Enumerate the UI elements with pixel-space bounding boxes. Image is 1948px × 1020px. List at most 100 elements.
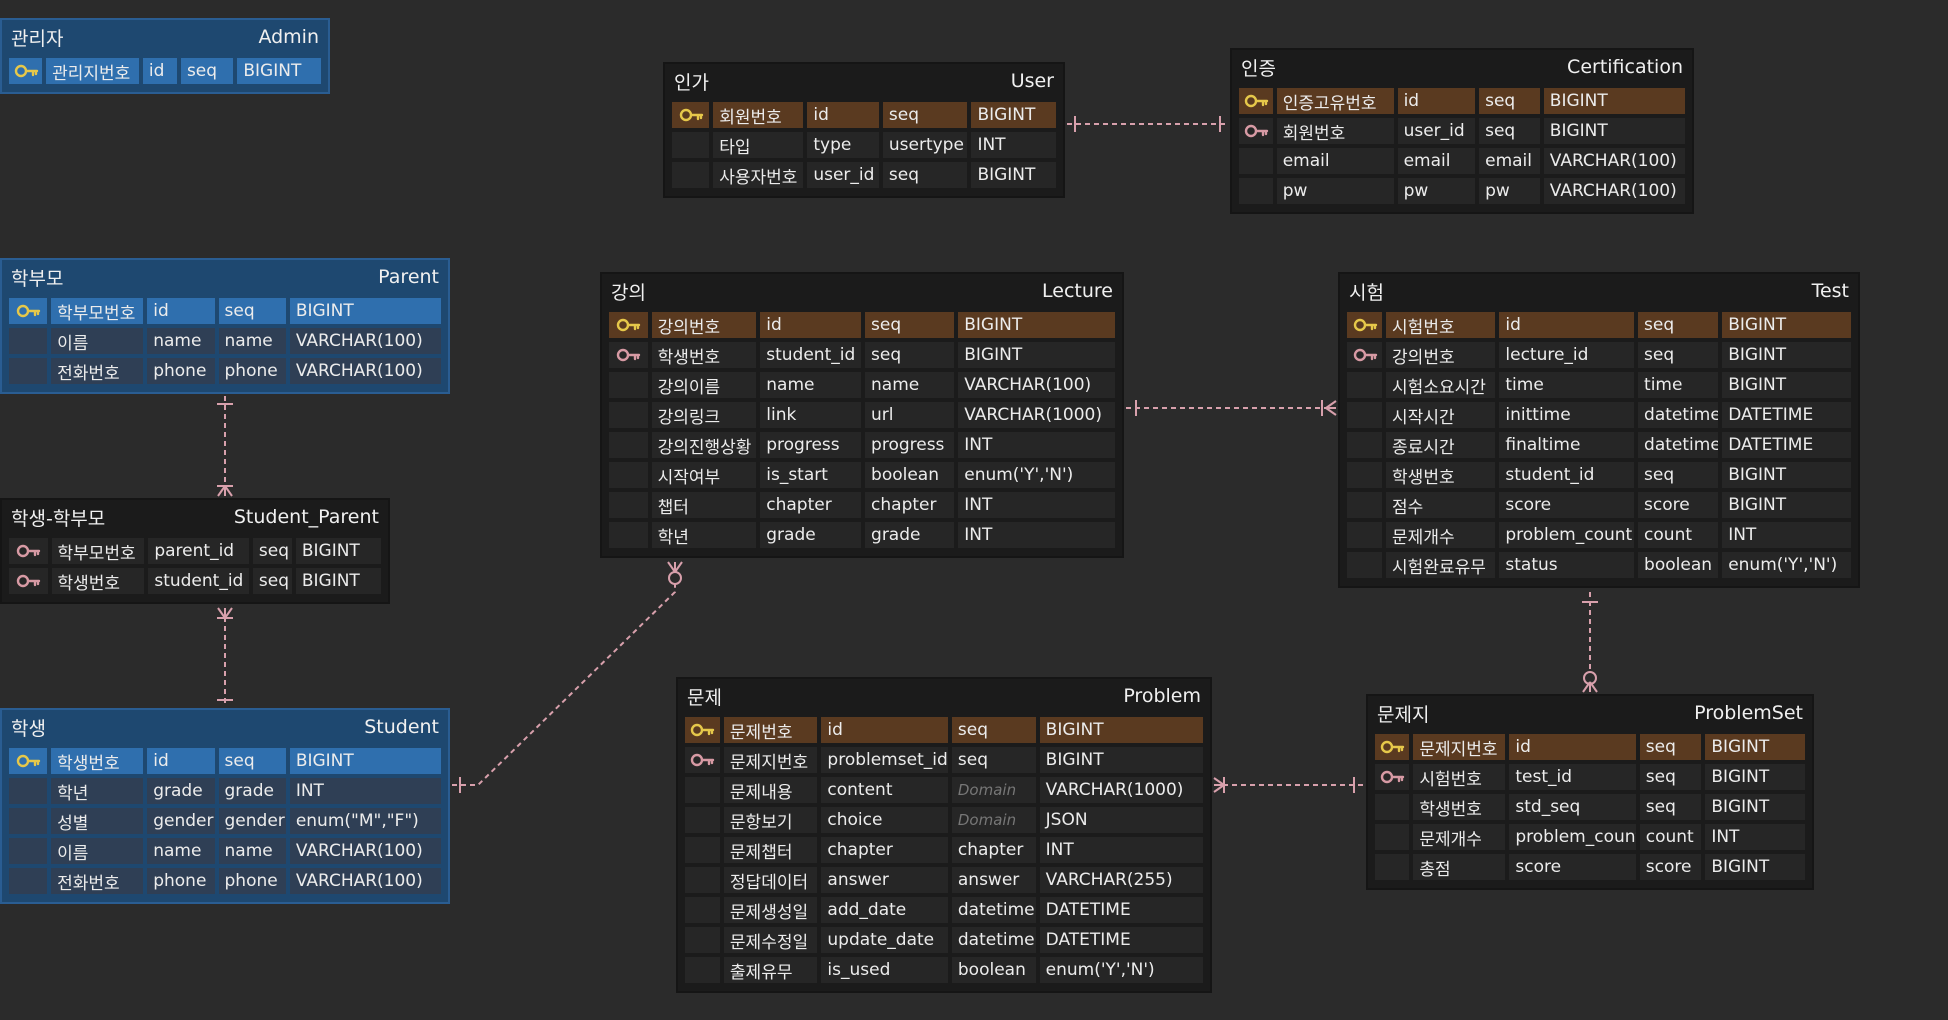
table-row[interactable]: 점수 score score BIGINT xyxy=(1345,490,1853,520)
primary-key-icon xyxy=(14,64,38,78)
table-row[interactable]: 종료시간 finaltime datetime DATETIME xyxy=(1345,430,1853,460)
table-row[interactable]: 문제수정일 update_date datetime DATETIME xyxy=(683,925,1205,955)
table-row[interactable]: 이름 name name VARCHAR(100) xyxy=(7,326,443,356)
logical-name-cell: 정답데이터 xyxy=(723,867,818,893)
column-name-cell: finaltime xyxy=(1499,432,1635,458)
table-row[interactable]: 학생번호 student_id seq BIGINT xyxy=(1345,460,1853,490)
table-row[interactable]: 문제지번호 problemset_id seq BIGINT xyxy=(683,745,1205,775)
table-row[interactable]: pw pw pw VARCHAR(100) xyxy=(1237,176,1687,206)
logical-name-cell: 학생번호 xyxy=(1386,462,1496,488)
optional-marker xyxy=(668,571,682,585)
entity-korean-name: 인가 xyxy=(674,71,709,94)
table-row[interactable]: email email email VARCHAR(100) xyxy=(1237,146,1687,176)
many-marker xyxy=(1325,407,1337,416)
column-name-cell: student_id xyxy=(1499,462,1635,488)
domain-cell: score xyxy=(1638,492,1719,518)
domain-cell: datetime xyxy=(1638,402,1719,428)
entity-problem[interactable]: 문제 Problem 문제번호 id seq BIGINT 문제지번호 problemse… xyxy=(676,677,1212,993)
logical-name-cell: 문제챕터 xyxy=(723,837,818,863)
entity-test[interactable]: 시험 Test 시험번호 id seq BIGINT 강의번호 lecture_id seq… xyxy=(1338,272,1860,588)
table-row[interactable]: 회원번호 id seq BIGINT xyxy=(670,100,1058,130)
entity-parent[interactable]: 학부모 Parent 학부모번호 id seq BIGINT 이름 name name VAR… xyxy=(0,258,450,394)
key-cell xyxy=(1375,824,1410,850)
table-row[interactable]: 문항보기 choice Domain JSON xyxy=(683,805,1205,835)
data-type-cell: INT xyxy=(958,432,1115,458)
entity-certification[interactable]: 인증 Certification 인증고유번호 id seq BIGINT 회원번호 us… xyxy=(1230,48,1694,214)
key-cell xyxy=(672,162,710,188)
table-row[interactable]: 시험완료유무 status boolean enum('Y','N') xyxy=(1345,550,1853,580)
table-row[interactable]: 문제개수 problem_count count INT xyxy=(1345,520,1853,550)
table-row[interactable]: 학년 grade grade INT xyxy=(607,520,1117,550)
key-cell xyxy=(9,838,48,864)
table-row[interactable]: 학생번호 student_id seq BIGINT xyxy=(7,566,383,596)
table-row[interactable]: 강의번호 id seq BIGINT xyxy=(607,310,1117,340)
logical-name-cell: 학부모번호 xyxy=(51,538,145,564)
entity-student[interactable]: 학생 Student 학생번호 id seq BIGINT 학년 grade grade IN… xyxy=(0,708,450,904)
table-row[interactable]: 문제번호 id seq BIGINT xyxy=(683,715,1205,745)
logical-name-cell: 종료시간 xyxy=(1386,432,1496,458)
domain-cell: name xyxy=(218,838,286,864)
table-row[interactable]: 시험번호 id seq BIGINT xyxy=(1345,310,1853,340)
table-row[interactable]: 학생번호 id seq BIGINT xyxy=(7,746,443,776)
column-name-cell: user_id xyxy=(1397,118,1476,144)
domain-cell: grade xyxy=(218,778,286,804)
entity-user[interactable]: 인가 User 회원번호 id seq BIGINT 타입 type usertype INT… xyxy=(663,62,1065,198)
data-type-cell: BIGINT xyxy=(971,102,1056,128)
logical-name-cell: 시험소요시간 xyxy=(1386,372,1496,398)
table-row[interactable]: 시험소요시간 time time BIGINT xyxy=(1345,370,1853,400)
table-row[interactable]: 강의링크 link url VARCHAR(1000) xyxy=(607,400,1117,430)
table-row[interactable]: 정답데이터 answer answer VARCHAR(255) xyxy=(683,865,1205,895)
entity-lecture[interactable]: 강의 Lecture 강의번호 id seq BIGINT 학생번호 student_id… xyxy=(600,272,1124,558)
domain-cell: seq xyxy=(865,312,955,338)
table-row[interactable]: 총점 score score BIGINT xyxy=(1373,852,1807,882)
table-row[interactable]: 챕터 chapter chapter INT xyxy=(607,490,1117,520)
table-row[interactable]: 학생번호 student_id seq BIGINT xyxy=(607,340,1117,370)
key-cell xyxy=(1347,522,1383,548)
table-row[interactable]: 강의진행상황 progress progress INT xyxy=(607,430,1117,460)
table-row[interactable]: 강의이름 name name VARCHAR(100) xyxy=(607,370,1117,400)
table-row[interactable]: 학생번호 std_seq seq BIGINT xyxy=(1373,792,1807,822)
table-row[interactable]: 학부모번호 id seq BIGINT xyxy=(7,296,443,326)
data-type-cell: VARCHAR(1000) xyxy=(1039,777,1203,803)
table-row[interactable]: 학부모번호 parent_id seq BIGINT xyxy=(7,536,383,566)
table-row[interactable]: 강의번호 lecture_id seq BIGINT xyxy=(1345,340,1853,370)
table-row[interactable]: 타입 type usertype INT xyxy=(670,130,1058,160)
table-row[interactable]: 시작시간 inittime datetime DATETIME xyxy=(1345,400,1853,430)
table-row[interactable]: 회원번호 user_id seq BIGINT xyxy=(1237,116,1687,146)
primary-key-icon xyxy=(16,304,41,318)
logical-name-cell: 시험완료유무 xyxy=(1386,552,1496,578)
table-row[interactable]: 시작여부 is_start boolean enum('Y','N') xyxy=(607,460,1117,490)
table-row[interactable]: 전화번호 phone phone VARCHAR(100) xyxy=(7,866,443,896)
column-name-cell: grade xyxy=(147,778,215,804)
entity-korean-name: 학부모 xyxy=(11,267,64,290)
table-row[interactable]: 문제생성일 add_date datetime DATETIME xyxy=(683,895,1205,925)
entity-student-parent[interactable]: 학생-학부모 Student_Parent 학부모번호 parent_id seq B… xyxy=(0,498,390,604)
table-row[interactable]: 시험번호 test_id seq BIGINT xyxy=(1373,762,1807,792)
table-row[interactable]: 인증고유번호 id seq BIGINT xyxy=(1237,86,1687,116)
key-cell xyxy=(609,372,648,398)
table-row[interactable]: 성별 gender gender enum("M","F") xyxy=(7,806,443,836)
table-row[interactable]: 이름 name name VARCHAR(100) xyxy=(7,836,443,866)
table-row[interactable]: 전화번호 phone phone VARCHAR(100) xyxy=(7,356,443,386)
table-row[interactable]: 사용자번호 user_id seq BIGINT xyxy=(670,160,1058,190)
entity-korean-name: 문제지 xyxy=(1377,703,1430,726)
column-name-cell: is_used xyxy=(821,957,948,983)
key-cell xyxy=(1347,372,1383,398)
table-row[interactable]: 관리지번호 id seq BIGINT xyxy=(7,56,323,86)
entity-rows: 회원번호 id seq BIGINT 타입 type usertype INT 사용자번호 use… xyxy=(665,98,1063,196)
domain-cell: email xyxy=(1479,148,1540,174)
table-row[interactable]: 출제유무 is_used boolean enum('Y','N') xyxy=(683,955,1205,985)
domain-cell: seq xyxy=(1638,462,1719,488)
column-name-cell: parent_id xyxy=(148,538,249,564)
key-cell xyxy=(9,568,48,594)
domain-cell: usertype xyxy=(882,132,968,158)
table-row[interactable]: 문제개수 problem_count count INT xyxy=(1373,822,1807,852)
table-row[interactable]: 문제내용 content Domain VARCHAR(1000) xyxy=(683,775,1205,805)
entity-problemset[interactable]: 문제지 ProblemSet 문제지번호 id seq BIGINT 시험번호 test_… xyxy=(1366,694,1814,890)
table-row[interactable]: 문제챕터 chapter chapter INT xyxy=(683,835,1205,865)
table-row[interactable]: 문제지번호 id seq BIGINT xyxy=(1373,732,1807,762)
column-name-cell: problem_count xyxy=(1509,824,1636,850)
entity-admin[interactable]: 관리자 Admin 관리지번호 id seq BIGINT xyxy=(0,18,330,94)
domain-cell: name xyxy=(218,328,286,354)
table-row[interactable]: 학년 grade grade INT xyxy=(7,776,443,806)
